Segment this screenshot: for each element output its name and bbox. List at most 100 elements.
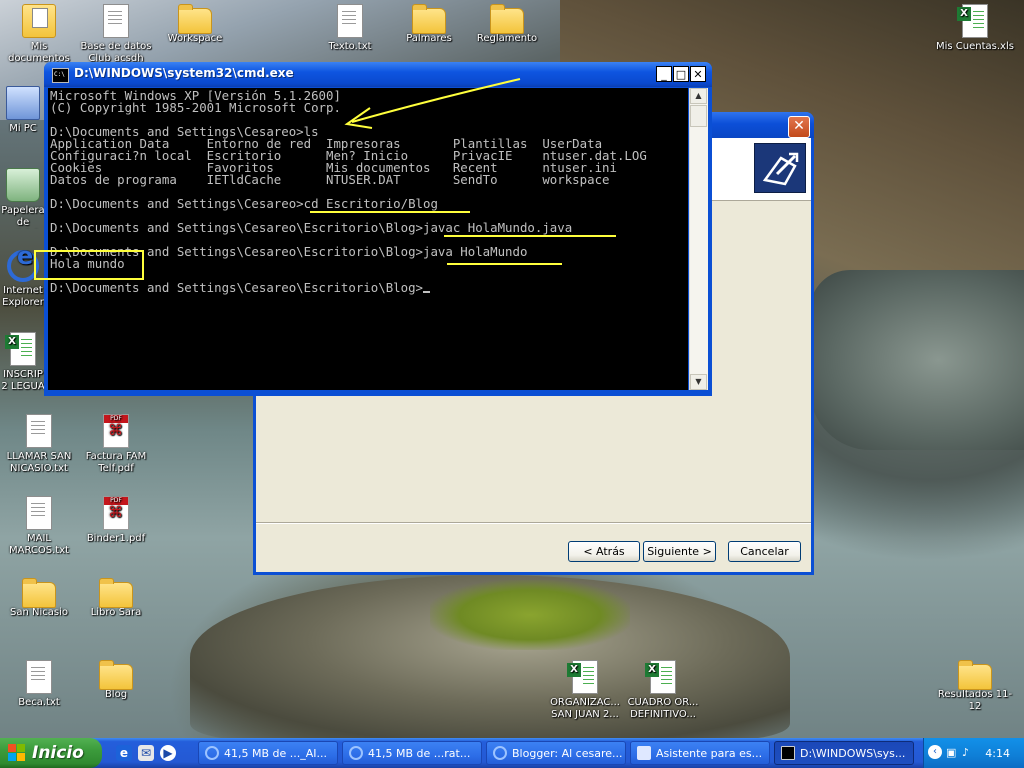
desktop-icon-binder1[interactable]: Binder1.pdf — [77, 496, 155, 545]
pdf-file-icon — [103, 496, 129, 530]
desktop-icon-workspace[interactable]: Workspace — [156, 4, 234, 45]
console-line: Datos de programa IETldCache NTUSER.DAT … — [50, 172, 610, 187]
text-cursor — [423, 291, 430, 293]
system-tray: ‹ ▣ ♪ 4:14 — [923, 738, 1024, 768]
wizard-close-button[interactable]: ✕ — [788, 116, 810, 138]
folder-icon — [958, 660, 992, 690]
desktop-icon-reglamento[interactable]: Reglamento — [468, 4, 546, 45]
desktop-icon-label: INSCRIP 2 LEGUA — [1, 369, 45, 392]
wizard-icon — [637, 746, 651, 760]
console-scrollbar[interactable]: ▲ ▼ — [689, 88, 708, 390]
outlook-icon[interactable]: ✉ — [138, 745, 154, 761]
pdf-file-icon — [103, 414, 129, 448]
my-documents-icon — [22, 4, 56, 38]
console-output[interactable]: Microsoft Windows XP [Versión 5.1.2600](… — [48, 88, 688, 390]
taskbar-button[interactable]: 41,5 MB de ...rat... — [342, 741, 482, 765]
desktop-icon-factura[interactable]: Factura FAM Telf.pdf — [77, 414, 155, 475]
desktop-icon-internet-explorer[interactable]: Internet Explorer — [0, 250, 46, 309]
cmd-titlebar[interactable]: C:\ D:\WINDOWS\system32\cmd.exe _ □ ✕ — [44, 62, 712, 87]
start-label: Inicio — [32, 743, 84, 763]
desktop-icon-label: Workspace — [167, 33, 223, 44]
desktop-icon-mail-marcos[interactable]: MAIL MARCOS.txt — [0, 496, 78, 557]
excel-file-icon — [5, 332, 36, 366]
scroll-up-arrow-icon[interactable]: ▲ — [690, 88, 707, 104]
desktop-icon-label: Internet Explorer — [2, 285, 44, 308]
desktop-icon-label: LLAMAR SAN NICASIO.txt — [6, 451, 72, 474]
next-button[interactable]: Siguiente > — [643, 541, 716, 562]
console-line: D:\Documents and Settings\Cesareo>cd Esc… — [50, 196, 438, 211]
desktop-icon-libro-sara[interactable]: Libro Sara — [77, 578, 155, 619]
desktop-icon-palmares[interactable]: Palmares — [390, 4, 468, 45]
desktop-icon-mis-documentos[interactable]: Mis documentos — [0, 4, 78, 65]
desktop-icon-label: San Nicasio — [10, 607, 68, 618]
maximize-button[interactable]: □ — [673, 66, 689, 82]
taskbar: Inicio e ✉ ▶ 41,5 MB de ..._AI... 41,5 M… — [0, 738, 1024, 768]
desktop-icon-label: MAIL MARCOS.txt — [8, 533, 70, 556]
taskbar-button[interactable]: Blogger: Al cesare... — [486, 741, 626, 765]
excel-file-icon — [567, 660, 598, 694]
internet-explorer-icon — [205, 746, 219, 760]
desktop-icon-texto[interactable]: Texto.txt — [311, 4, 389, 53]
desktop-icon-beca[interactable]: Beca.txt — [0, 660, 78, 709]
wallpaper-moss — [430, 580, 630, 650]
minimize-button[interactable]: _ — [656, 66, 672, 82]
desktop-icon-cuadro[interactable]: CUADRO OR... DEFINITIVO... — [624, 660, 702, 721]
desktop-icon-label: ORGANIZAC... SAN JUAN 2... — [550, 697, 620, 720]
console-line: Hola mundo — [50, 256, 125, 271]
desktop-icon-llamar-san-nicasio[interactable]: LLAMAR SAN NICASIO.txt — [0, 414, 78, 475]
scroll-down-arrow-icon[interactable]: ▼ — [690, 374, 707, 390]
desktop-icon-label: Blog — [104, 689, 128, 700]
desktop-icon-label: Beca.txt — [18, 697, 60, 708]
internet-explorer-icon[interactable]: e — [116, 745, 132, 761]
folder-icon — [99, 578, 133, 608]
desktop-icon-label: Resultados 11-12 — [937, 689, 1013, 712]
database-icon — [103, 4, 129, 38]
desktop-icon-base-de-datos[interactable]: Base de datos Club acsdh — [77, 4, 155, 65]
excel-file-icon — [645, 660, 676, 694]
taskbar-button-active[interactable]: D:\WINDOWS\sys... — [774, 741, 914, 765]
taskbar-button-label: 41,5 MB de ..._AI... — [224, 746, 328, 760]
internet-explorer-icon — [349, 746, 363, 760]
close-button[interactable]: ✕ — [690, 66, 706, 82]
console-icon: C:\ — [52, 68, 69, 83]
desktop-icon-label: Texto.txt — [328, 41, 372, 52]
taskbar-button-label: Blogger: Al cesare... — [512, 746, 623, 760]
console-icon — [781, 746, 795, 760]
taskbar-button[interactable]: 41,5 MB de ..._AI... — [198, 741, 338, 765]
start-button[interactable]: Inicio — [0, 738, 102, 768]
cancel-button[interactable]: Cancelar — [728, 541, 801, 562]
network-icon[interactable]: ▣ — [946, 746, 956, 759]
desktop-icon-blog[interactable]: Blog — [77, 660, 155, 701]
desktop-icon-mis-cuentas[interactable]: Mis Cuentas.xls — [936, 4, 1014, 53]
back-button[interactable]: < Atrás — [568, 541, 640, 562]
recycle-bin-icon — [6, 168, 40, 202]
desktop-icon-label: Libro Sara — [90, 607, 142, 618]
text-file-icon — [26, 660, 52, 694]
desktop-icon-resultados[interactable]: Resultados 11-12 — [936, 660, 1014, 713]
media-player-icon[interactable]: ▶ — [160, 745, 176, 761]
desktop-icon-label: Mis Cuentas.xls — [936, 41, 1014, 52]
volume-icon[interactable]: ♪ — [962, 746, 969, 759]
desktop-icon-mi-pc[interactable]: Mi PC — [0, 86, 46, 135]
wallpaper-rocks — [810, 270, 1024, 450]
excel-file-icon — [957, 4, 988, 38]
folder-icon — [99, 660, 133, 690]
desktop-icon-san-nicasio[interactable]: San Nicasio — [0, 578, 78, 619]
console-line: D:\Documents and Settings\Cesareo\Escrit… — [50, 244, 528, 259]
desktop-icon-papelera[interactable]: Papelera de reciclaje — [0, 168, 46, 229]
folder-icon — [22, 578, 56, 608]
clock[interactable]: 4:14 — [985, 747, 1010, 760]
expand-tray-icon[interactable]: ‹ — [928, 745, 942, 759]
scroll-thumb[interactable] — [690, 105, 707, 127]
desktop-icon-label: Binder1.pdf — [86, 533, 146, 544]
text-file-icon — [337, 4, 363, 38]
desktop-icon-label: CUADRO OR... DEFINITIVO... — [627, 697, 699, 720]
wizard-logo-icon — [754, 143, 806, 193]
desktop-icon-organizac[interactable]: ORGANIZAC... SAN JUAN 2... — [546, 660, 624, 721]
taskbar-button[interactable]: Asistente para es... — [630, 741, 770, 765]
cmd-window: C:\ D:\WINDOWS\system32\cmd.exe _ □ ✕ Mi… — [44, 62, 712, 396]
console-line: D:\Documents and Settings\Cesareo\Escrit… — [50, 220, 573, 235]
desktop-icon-inscrip[interactable]: INSCRIP 2 LEGUA — [0, 332, 46, 393]
console-line: (C) Copyright 1985-2001 Microsoft Corp. — [50, 100, 341, 115]
windows-flag-icon — [8, 744, 26, 762]
